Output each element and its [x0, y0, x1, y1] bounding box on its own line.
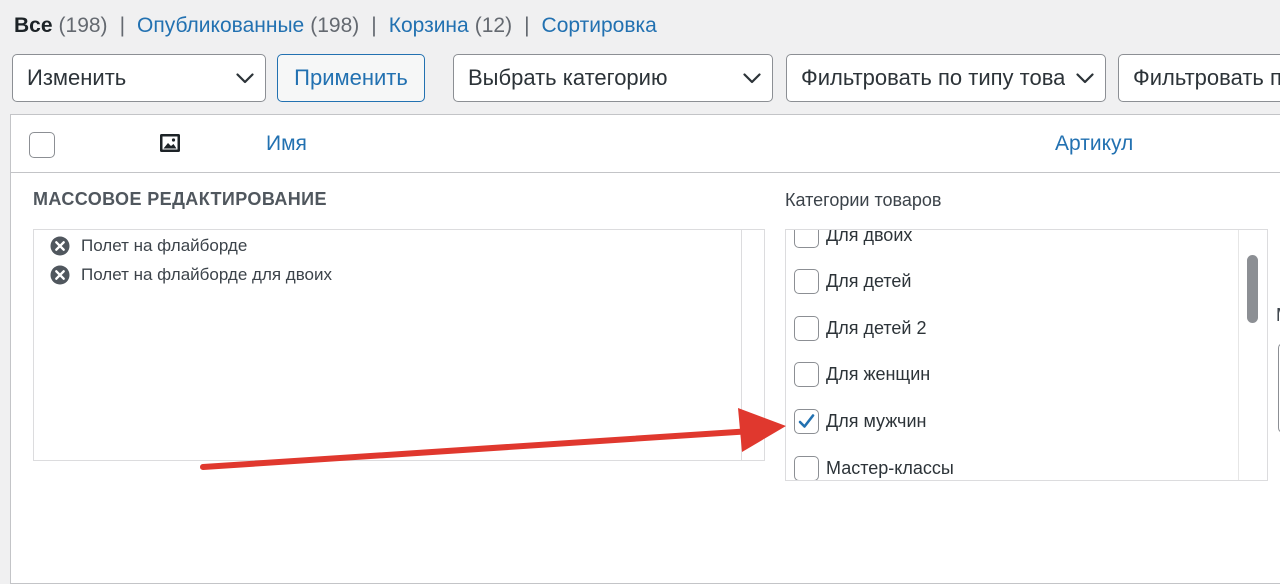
column-name-header[interactable]: Имя [266, 132, 307, 156]
category-label: Для детей [826, 270, 912, 291]
remove-circle-icon[interactable] [50, 236, 70, 256]
chevron-down-icon [225, 55, 265, 101]
product-categories-checklist: Для двоих Для детей Для детей 2 Для женщ… [785, 229, 1268, 481]
apply-button[interactable]: Применить [277, 54, 425, 102]
view-all-label: Все [14, 14, 53, 37]
category-label: Для детей 2 [826, 317, 927, 338]
category-item-master-classes[interactable]: Мастер-классы [794, 454, 954, 480]
view-trash-label[interactable]: Корзина [389, 14, 469, 38]
next-field-label: M [1276, 305, 1280, 326]
list-item: Полет на флайборде для двоих [50, 263, 332, 287]
status-views: Все (198) | Опубликованные (198) | Корзи… [14, 12, 657, 40]
product-type-filter-value: Фильтровать по типу товара [801, 65, 1065, 90]
view-published-label[interactable]: Опубликованные [137, 14, 304, 38]
category-checkbox-checked[interactable] [794, 408, 819, 434]
category-item-for-kids-2[interactable]: Для детей 2 [794, 314, 926, 342]
view-trash[interactable]: Корзина (12) [389, 14, 512, 38]
category-item-for-two[interactable]: Для двоих [794, 229, 913, 249]
view-published[interactable]: Опубликованные (198) [137, 14, 359, 38]
products-table: Имя Артикул МАССОВОЕ РЕДАКТИРОВАНИЕ Поле… [10, 114, 1280, 584]
category-checkbox[interactable] [794, 455, 819, 480]
stock-filter-select[interactable]: Фильтровать по наличию [1118, 54, 1280, 102]
bulk-edit-titles-list: Полет на флайборде Полет на флайборде дл… [33, 229, 765, 461]
view-trash-count: (12) [474, 14, 513, 37]
scrollbar-thumb[interactable] [1247, 255, 1258, 323]
list-item: Полет на флайборде [50, 234, 247, 258]
category-label: Мастер-классы [826, 457, 954, 478]
stock-filter-value: Фильтровать по наличию [1133, 65, 1280, 90]
bulk-action-select[interactable]: Изменить [12, 54, 266, 102]
view-all-count: (198) [58, 14, 108, 37]
bulk-edit-item-title: Полет на флайборде [81, 236, 248, 255]
table-header: Имя Артикул [11, 115, 1280, 173]
view-published-count: (198) [310, 14, 360, 37]
scrollbar[interactable] [741, 230, 764, 460]
category-checkbox[interactable] [794, 268, 819, 294]
checkmark-icon [798, 413, 815, 428]
category-filter-value: Выбрать категорию [468, 65, 668, 90]
chevron-down-icon [1065, 55, 1105, 101]
view-sorting-label[interactable]: Сортировка [542, 14, 657, 38]
bulk-edit-title: МАССОВОЕ РЕДАКТИРОВАНИЕ [33, 189, 327, 209]
category-item-for-women[interactable]: Для женщин [794, 360, 930, 388]
category-item-for-kids[interactable]: Для детей [794, 267, 911, 295]
view-sorting[interactable]: Сортировка [542, 14, 657, 38]
view-separator: | [119, 14, 126, 37]
category-label: Для двоих [826, 229, 913, 245]
view-all[interactable]: Все (198) [14, 14, 108, 38]
view-separator: | [371, 14, 377, 37]
category-checkbox[interactable] [794, 315, 819, 341]
category-label: Для мужчин [826, 410, 927, 431]
scrollbar[interactable] [1238, 230, 1267, 480]
view-separator: | [524, 14, 530, 37]
column-sku-header[interactable]: Артикул [1055, 132, 1133, 156]
category-filter-select[interactable]: Выбрать категорию [453, 54, 773, 102]
category-checkbox[interactable] [794, 361, 819, 387]
product-categories-heading: Категории товаров [785, 190, 942, 210]
select-all-checkbox[interactable] [29, 132, 55, 158]
category-checkbox[interactable] [794, 230, 819, 248]
image-icon [160, 134, 180, 152]
product-type-filter-select[interactable]: Фильтровать по типу товара [786, 54, 1106, 102]
category-label: Для женщин [826, 363, 931, 384]
bulk-edit-item-title: Полет на флайборде для двоих [81, 265, 332, 284]
chevron-down-icon [732, 55, 772, 101]
bulk-action-value: Изменить [27, 65, 127, 90]
category-item-for-men[interactable]: Для мужчин [794, 407, 926, 435]
remove-circle-icon[interactable] [50, 265, 70, 285]
